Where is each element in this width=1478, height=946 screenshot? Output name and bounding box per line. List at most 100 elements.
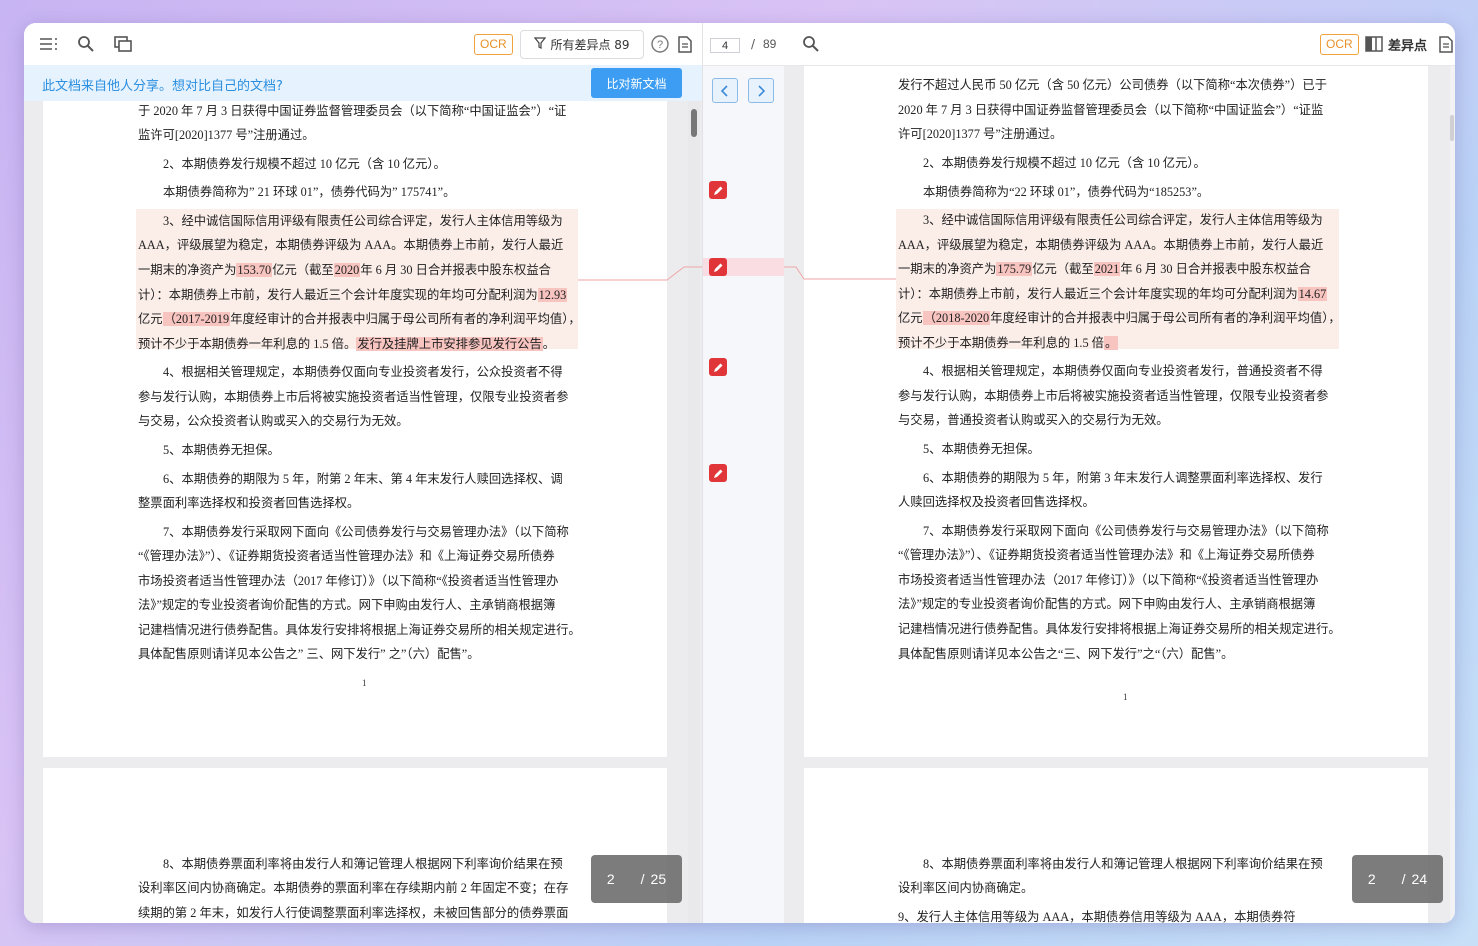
left-scroll-thumb[interactable] bbox=[691, 109, 697, 137]
diff-navigator: 4 / 89 bbox=[702, 23, 786, 923]
text-line: 4、根据相关管理规定，本期债券仅面向专业投资者发行，普通投资者不得 bbox=[923, 364, 1323, 378]
text-line: 于 2020 年 7 月 3 日获得中国证券监督管理委员会（以下简称“中国证监会… bbox=[138, 104, 567, 118]
page-number: 1 bbox=[1123, 692, 1128, 702]
text-line: 与交易，公众投资者认购或买入的交易行为无效。 bbox=[138, 414, 409, 428]
text-line: “《管理办法》”）、《证券期货投资者适当性管理办法》和《上海证券交易所债券 bbox=[898, 548, 1315, 562]
text-line: 9、发行人主体信用等级为 AAA，本期债券信用等级为 AAA，本期债券符 bbox=[898, 910, 1296, 923]
text-line: 7、本期债券发行采取网下面向《公司债券发行与交易管理办法》（以下简称 bbox=[163, 525, 569, 539]
help-icon[interactable]: ? bbox=[650, 34, 670, 54]
diff-highlight[interactable]: （2018-2020 bbox=[922, 311, 991, 325]
share-notice-bar: 此文档来自他人分享。想对比自己的文档? 比对新文档 bbox=[24, 65, 702, 101]
diff-highlight[interactable]: 153.70 bbox=[236, 263, 273, 277]
text-line: 发行不超过人民币 50 亿元（含 50 亿元）公司债券（以下简称“本次债券”）已… bbox=[898, 78, 1328, 92]
text-line: 一期末的净资产为175.79亿元（截至2021年 6 月 30 日合并报表中股东… bbox=[898, 259, 1311, 277]
text-line: 设利率区间内协商确定。本期债券的票面利率在存续期内前 2 年固定不变；在存 bbox=[138, 881, 569, 895]
indicator-page: 2 bbox=[1367, 871, 1376, 887]
text-line: 6、本期债券的期限为 5 年，附第 2 年末、第 4 年末发行人赎回选择权、调 bbox=[163, 472, 563, 486]
diff-highlight[interactable]: 2021 bbox=[1093, 262, 1121, 276]
text-line: 2、本期债券发行规模不超过 10 亿元（含 10 亿元）。 bbox=[923, 156, 1206, 170]
text-line: 2020 年 7 月 3 日获得中国证券监督管理委员会（以下简称“中国证监会”）… bbox=[898, 103, 1324, 117]
text-span: 计）：本期债券上市前，发行人最近三个会计年度实现的年均可分配利润为 bbox=[138, 288, 538, 302]
text-span: 亿元 bbox=[138, 312, 163, 326]
left-page-2: 8、本期债券票面利率将由发行人和簿记管理人根据网下利率询价结果在预 设利率区间内… bbox=[43, 768, 667, 923]
text-line: 4、根据相关管理规定，本期债券仅面向专业投资者发行，公众投资者不得 bbox=[163, 365, 563, 379]
left-document-pane: 于 2020 年 7 月 3 日获得中国证券监督管理委员会（以下简称“中国证监会… bbox=[24, 23, 702, 923]
menu-icon[interactable] bbox=[39, 34, 59, 54]
text-line: 7、本期债券发行采取网下面向《公司债券发行与交易管理办法》（以下简称 bbox=[923, 524, 1329, 538]
diff-points-label[interactable]: 差异点 bbox=[1388, 35, 1427, 54]
text-line: 3、经中诚信国际信用评级有限责任公司综合评定，发行人主体信用等级为 bbox=[923, 213, 1323, 227]
compare-new-document-button[interactable]: 比对新文档 bbox=[591, 68, 682, 98]
diff-marker-edit-icon[interactable] bbox=[709, 358, 727, 376]
text-line: 与交易，普通投资者认购或买入的交易行为无效。 bbox=[898, 413, 1169, 427]
text-line: 亿元（2017-2019年度经审计的合并报表中归属于母公司所有者的净利润平均值）… bbox=[138, 309, 581, 327]
indicator-sep: / bbox=[640, 871, 645, 887]
left-scrollbar[interactable] bbox=[688, 101, 700, 923]
text-line: 预计不少于本期债券一年利息的 1.5 倍。 bbox=[898, 333, 1119, 351]
diff-highlight[interactable]: 12.93 bbox=[537, 288, 568, 302]
text-line: 设利率区间内协商确定。 bbox=[898, 881, 1034, 895]
diff-marker-edit-icon[interactable] bbox=[709, 258, 727, 276]
window-icon[interactable] bbox=[113, 34, 133, 54]
text-line: 市场投资者适当性管理办法（2017 年修订）》（以下简称“《投资者适当性管理办 bbox=[138, 574, 559, 588]
left-page-indicator: 2 / 25 bbox=[591, 855, 682, 903]
diff-page-control: 4 / 89 bbox=[703, 23, 785, 66]
split-view-icon[interactable] bbox=[1364, 34, 1384, 54]
text-span: 年 6 月 30 日合并报表中股东权益合 bbox=[1120, 262, 1311, 276]
text-span: 亿元（截至 bbox=[1032, 262, 1094, 276]
search-icon[interactable] bbox=[76, 34, 96, 54]
right-document-pane: 发行不超过人民币 50 亿元（含 50 亿元）公司债券（以下简称“本次债券”）已… bbox=[784, 23, 1455, 923]
text-span: 预计不少于本期债券一年利息的 1.5 倍 bbox=[898, 336, 1104, 350]
text-span: 计）：本期债券上市前，发行人最近三个会计年度实现的年均可分配利润为 bbox=[898, 287, 1298, 301]
text-line: 法》”规定的专业投资者询价配售的方式。网下申购由发行人、主承销商根据簿 bbox=[138, 598, 556, 612]
ocr-badge[interactable]: OCR bbox=[1320, 34, 1359, 55]
right-scroll-thumb[interactable] bbox=[1450, 115, 1454, 141]
document-icon[interactable] bbox=[1436, 34, 1455, 54]
text-line: 记建档情况进行债券配售。具体发行安排将根据上海证券交易所的相关规定进行。 bbox=[138, 623, 581, 637]
ocr-badge[interactable]: OCR bbox=[474, 34, 513, 55]
text-line: 记建档情况进行债券配售。具体发行安排将根据上海证券交易所的相关规定进行。 bbox=[898, 622, 1341, 636]
indicator-page: 2 bbox=[606, 871, 615, 887]
indicator-sep: / bbox=[1401, 871, 1406, 887]
diff-highlight[interactable]: 。 bbox=[1103, 336, 1119, 350]
diff-marker-edit-icon[interactable] bbox=[709, 464, 727, 482]
text-line: 整票面利率选择权和投资者回售选择权。 bbox=[138, 496, 360, 510]
search-icon[interactable] bbox=[801, 34, 821, 54]
filter-icon bbox=[534, 37, 547, 52]
share-notice-text: 此文档来自他人分享。想对比自己的文档? bbox=[42, 79, 283, 94]
text-line: 监许可[2020]1377 号”注册通过。 bbox=[138, 128, 315, 142]
text-line: 续期的第 2 年末，如发行人行使调整票面利率选择权，未被回售部分的债券票面 bbox=[138, 906, 569, 920]
diff-highlight[interactable]: 发行及挂牌上市安排参见发行公告 bbox=[356, 337, 543, 351]
document-icon[interactable] bbox=[675, 34, 695, 54]
diff-highlight[interactable]: （2017-2019 bbox=[162, 312, 231, 326]
compare-window: 于 2020 年 7 月 3 日获得中国证券监督管理委员会（以下简称“中国证监会… bbox=[24, 23, 1455, 923]
text-line: 计）：本期债券上市前，发行人最近三个会计年度实现的年均可分配利润为12.93 bbox=[138, 285, 568, 303]
text-line: 具体配售原则请详见本公告之“三、网下发行”之“（六）配售”。 bbox=[898, 647, 1234, 661]
text-line: 具体配售原则请详见本公告之” 三、网下发行” 之”（六）配售”。 bbox=[138, 647, 480, 661]
text-span: 亿元 bbox=[898, 311, 923, 325]
text-line: 本期债券简称为“22 环球 01”，债券代码为“185253”。 bbox=[923, 185, 1210, 199]
filter-label: 所有差异点 89 bbox=[550, 38, 630, 52]
right-scrollbar[interactable] bbox=[1450, 65, 1455, 923]
filter-all-diffs-button[interactable]: 所有差异点 89 bbox=[520, 30, 644, 59]
diff-highlight[interactable]: 175.79 bbox=[996, 262, 1033, 276]
right-page-1: 发行不超过人民币 50 亿元（含 50 亿元）公司债券（以下简称“本次债券”）已… bbox=[804, 65, 1428, 757]
text-line: 一期末的净资产为153.70亿元（截至2020年 6 月 30 日合并报表中股东… bbox=[138, 260, 551, 278]
diff-page-input[interactable]: 4 bbox=[710, 38, 740, 53]
next-diff-button[interactable] bbox=[748, 78, 774, 103]
text-line: 8、本期债券票面利率将由发行人和簿记管理人根据网下利率询价结果在预 bbox=[163, 857, 563, 871]
diff-page-separator: / bbox=[751, 37, 756, 51]
chevron-left-icon bbox=[720, 84, 728, 97]
text-span: 年 6 月 30 日合并报表中股东权益合 bbox=[360, 263, 551, 277]
text-span: 。 bbox=[542, 337, 556, 351]
text-line: 许可[2020]1377 号”注册通过。 bbox=[898, 127, 1063, 141]
right-page-2: 8、本期债券票面利率将由发行人和簿记管理人根据网下利率询价结果在预 设利率区间内… bbox=[804, 768, 1428, 923]
text-span: 一期末的净资产为 bbox=[138, 263, 237, 277]
previous-diff-button[interactable] bbox=[712, 78, 738, 103]
chevron-right-icon bbox=[758, 84, 766, 97]
text-span: 预计不少于本期债券一年利息的 1.5 倍。 bbox=[138, 337, 357, 351]
diff-highlight[interactable]: 2020 bbox=[333, 263, 361, 277]
diff-marker-edit-icon[interactable] bbox=[709, 181, 727, 199]
diff-highlight[interactable]: 14.67 bbox=[1297, 287, 1328, 301]
text-line: 6、本期债券的期限为 5 年，附第 3 年末发行人调整票面利率选择权、发行 bbox=[923, 471, 1323, 485]
